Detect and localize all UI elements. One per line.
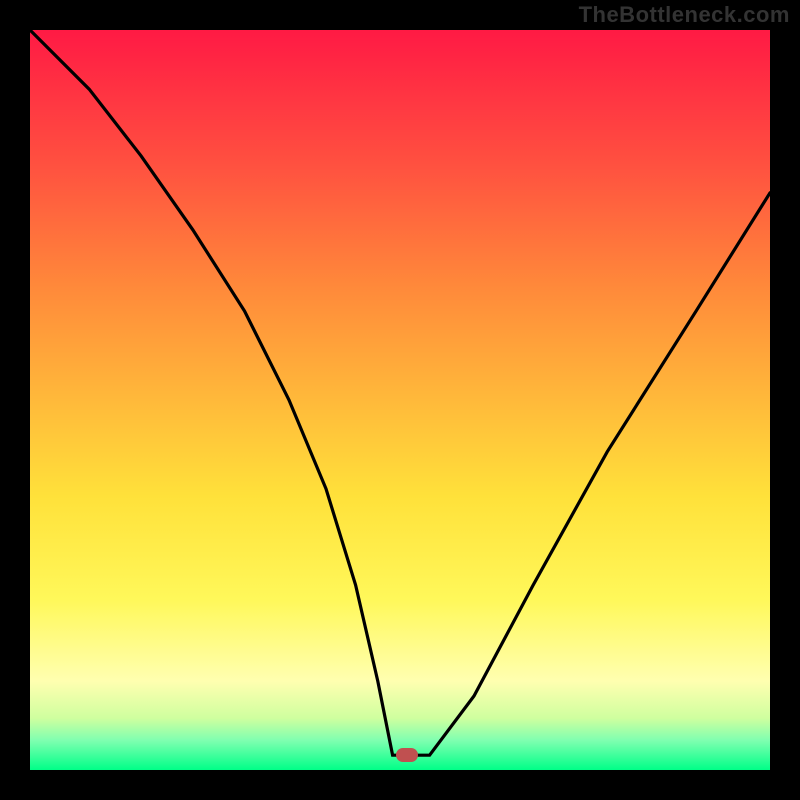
chart-frame: TheBottleneck.com [0, 0, 800, 800]
bottleneck-curve [30, 30, 770, 755]
curve-svg [30, 30, 770, 770]
optimum-marker [396, 748, 418, 762]
watermark-text: TheBottleneck.com [579, 2, 790, 28]
plot-area [30, 30, 770, 770]
